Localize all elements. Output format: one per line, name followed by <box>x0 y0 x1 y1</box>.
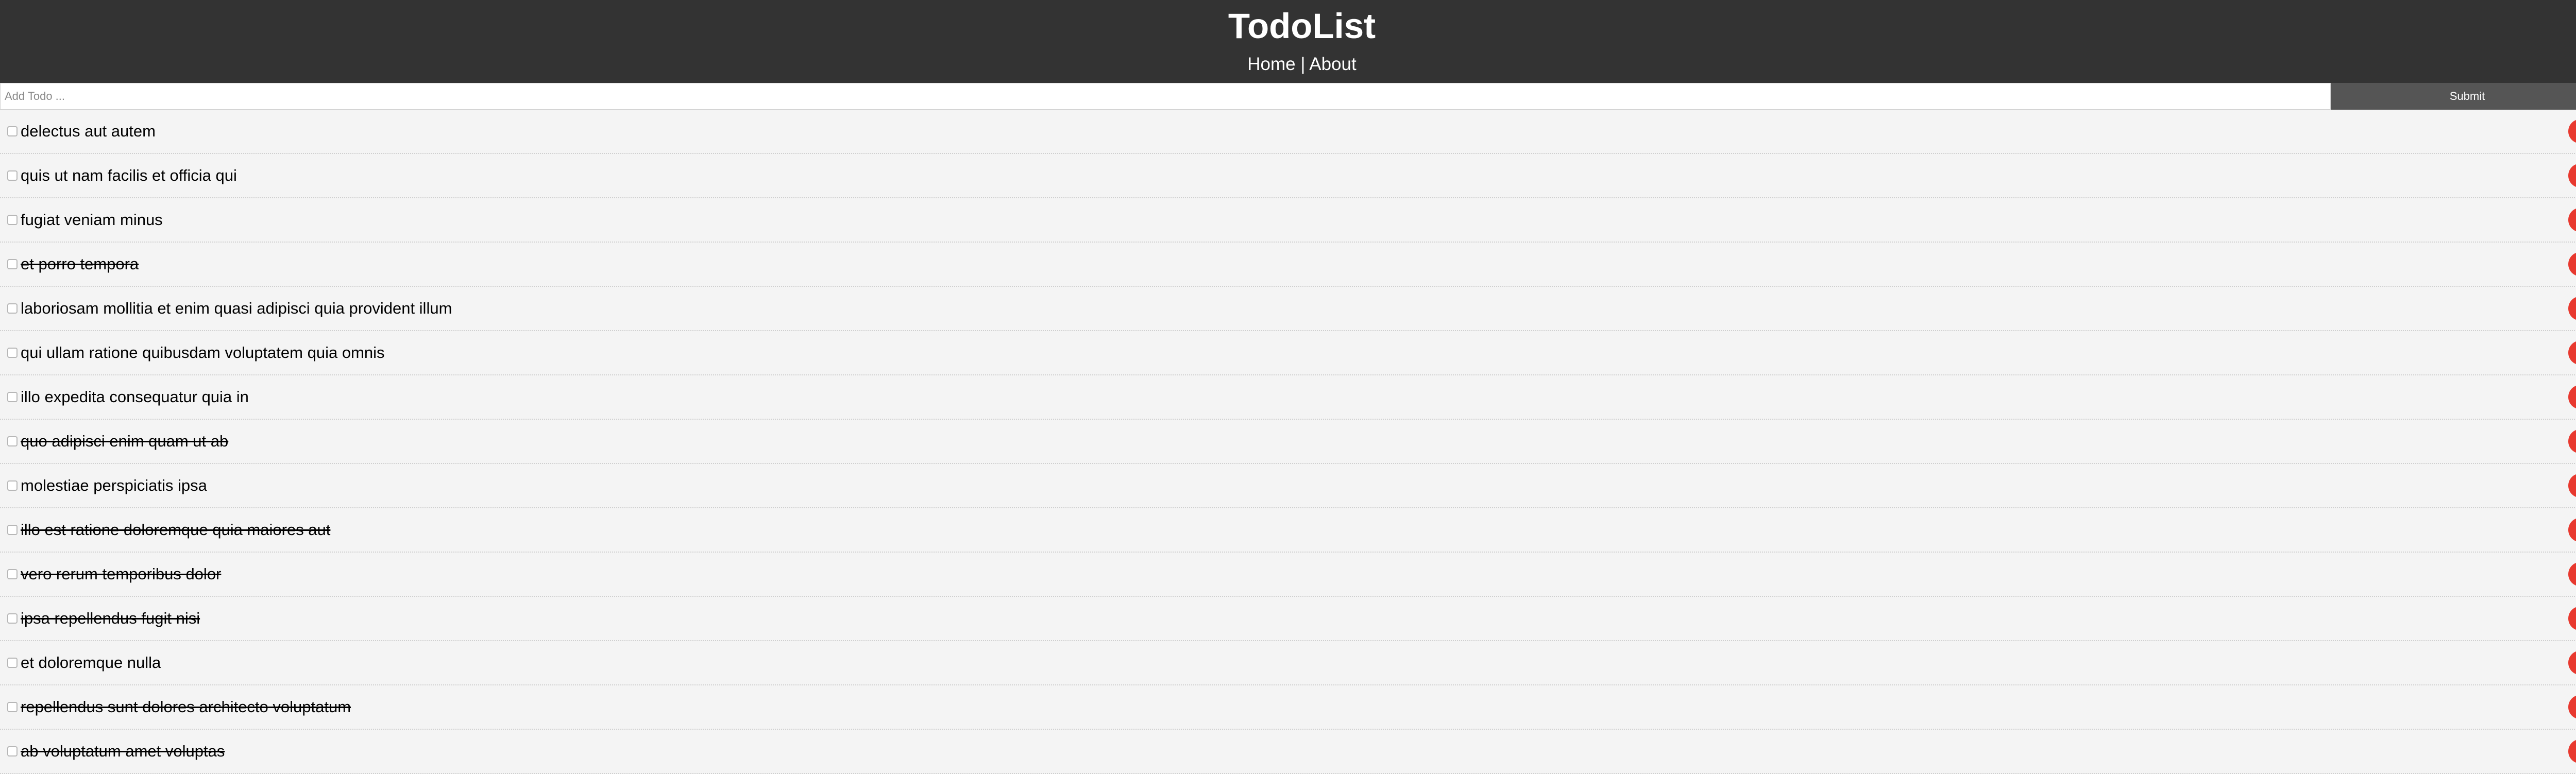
todo-title: fugiat veniam minus <box>21 211 163 229</box>
app-header: TodoList Home | About <box>0 0 2576 83</box>
submit-button[interactable]: Submit <box>2331 83 2576 110</box>
todo-title: illo expedita consequatur quia in <box>21 388 249 406</box>
todo-title: molestiae perspiciatis ipsa <box>21 476 207 494</box>
add-todo-input[interactable] <box>0 83 2331 110</box>
todo-checkbox[interactable] <box>7 746 18 756</box>
todo-title: qui ullam ratione quibusdam voluptatem q… <box>21 343 385 362</box>
delete-todo-button[interactable]: x <box>2568 252 2576 277</box>
todo-item: molestiae perspiciatis ipsa x <box>0 464 2576 508</box>
delete-todo-button[interactable]: x <box>2568 385 2576 409</box>
todo-item: et doloremque nulla x <box>0 641 2576 685</box>
todo-title: quis ut nam facilis et officia qui <box>21 166 237 184</box>
main-nav: Home | About <box>0 54 2576 75</box>
todo-checkbox[interactable] <box>7 436 18 446</box>
todo-item: delectus aut autem x <box>0 110 2576 154</box>
delete-todo-button[interactable]: x <box>2568 340 2576 365</box>
todo-item: qui ullam ratione quibusdam voluptatem q… <box>0 331 2576 375</box>
todo-item: illo est ratione doloremque quia maiores… <box>0 508 2576 553</box>
app-title: TodoList <box>1228 6 1376 46</box>
todo-checkbox[interactable] <box>7 525 18 535</box>
delete-todo-button[interactable]: x <box>2568 429 2576 454</box>
todo-item: vero rerum temporibus dolor x <box>0 553 2576 597</box>
todo-title: quo adipisci enim quam ut ab <box>21 432 229 450</box>
todo-checkbox[interactable] <box>7 569 18 579</box>
todo-item: fugiat veniam minus x <box>0 198 2576 243</box>
nav-about-link[interactable]: About <box>1309 54 1356 74</box>
todo-item: repellendus sunt dolores architecto volu… <box>0 685 2576 730</box>
todo-checkbox[interactable] <box>7 392 18 402</box>
todo-item: ab voluptatum amet voluptas x <box>0 730 2576 774</box>
todo-item: laboriosam mollitia et enim quasi adipis… <box>0 287 2576 331</box>
todo-item: ipsa repellendus fugit nisi x <box>0 597 2576 641</box>
delete-todo-button[interactable]: x <box>2568 739 2576 764</box>
todo-checkbox[interactable] <box>7 126 18 136</box>
delete-todo-button[interactable]: x <box>2568 208 2576 232</box>
todo-checkbox[interactable] <box>7 658 18 668</box>
delete-todo-button[interactable]: x <box>2568 606 2576 631</box>
nav-home-link[interactable]: Home <box>1247 54 1295 74</box>
delete-todo-button[interactable]: x <box>2568 695 2576 719</box>
todo-checkbox[interactable] <box>7 259 18 269</box>
todo-checkbox[interactable] <box>7 702 18 712</box>
todo-item: et porro tempora x <box>0 243 2576 287</box>
nav-separator: | <box>1295 54 1310 74</box>
todo-title: illo est ratione doloremque quia maiores… <box>21 521 331 539</box>
todo-item: illo expedita consequatur quia in x <box>0 375 2576 420</box>
delete-todo-button[interactable]: x <box>2568 650 2576 675</box>
delete-todo-button[interactable]: x <box>2568 119 2576 144</box>
todo-title: repellendus sunt dolores architecto volu… <box>21 698 351 716</box>
todo-checkbox[interactable] <box>7 215 18 225</box>
todo-title: et doloremque nulla <box>21 653 161 672</box>
todo-item: quis ut nam facilis et officia qui x <box>0 154 2576 198</box>
todo-checkbox[interactable] <box>7 303 18 314</box>
todo-title: delectus aut autem <box>21 122 156 140</box>
delete-todo-button[interactable]: x <box>2568 473 2576 498</box>
delete-todo-button[interactable]: x <box>2568 163 2576 188</box>
todo-checkbox[interactable] <box>7 480 18 491</box>
todo-item: quo adipisci enim quam ut ab x <box>0 420 2576 464</box>
add-todo-form: Submit <box>0 83 2576 110</box>
todo-checkbox[interactable] <box>7 613 18 624</box>
todo-title: ab voluptatum amet voluptas <box>21 742 225 760</box>
todo-title: et porro tempora <box>21 255 139 273</box>
todo-checkbox[interactable] <box>7 348 18 358</box>
todo-checkbox[interactable] <box>7 170 18 181</box>
todo-title: laboriosam mollitia et enim quasi adipis… <box>21 299 452 317</box>
delete-todo-button[interactable]: x <box>2568 518 2576 542</box>
delete-todo-button[interactable]: x <box>2568 296 2576 321</box>
todo-title: vero rerum temporibus dolor <box>21 565 222 583</box>
todo-title: ipsa repellendus fugit nisi <box>21 609 200 627</box>
delete-todo-button[interactable]: x <box>2568 562 2576 587</box>
todo-list: delectus aut autemxquis ut nam facilis e… <box>0 110 2576 774</box>
